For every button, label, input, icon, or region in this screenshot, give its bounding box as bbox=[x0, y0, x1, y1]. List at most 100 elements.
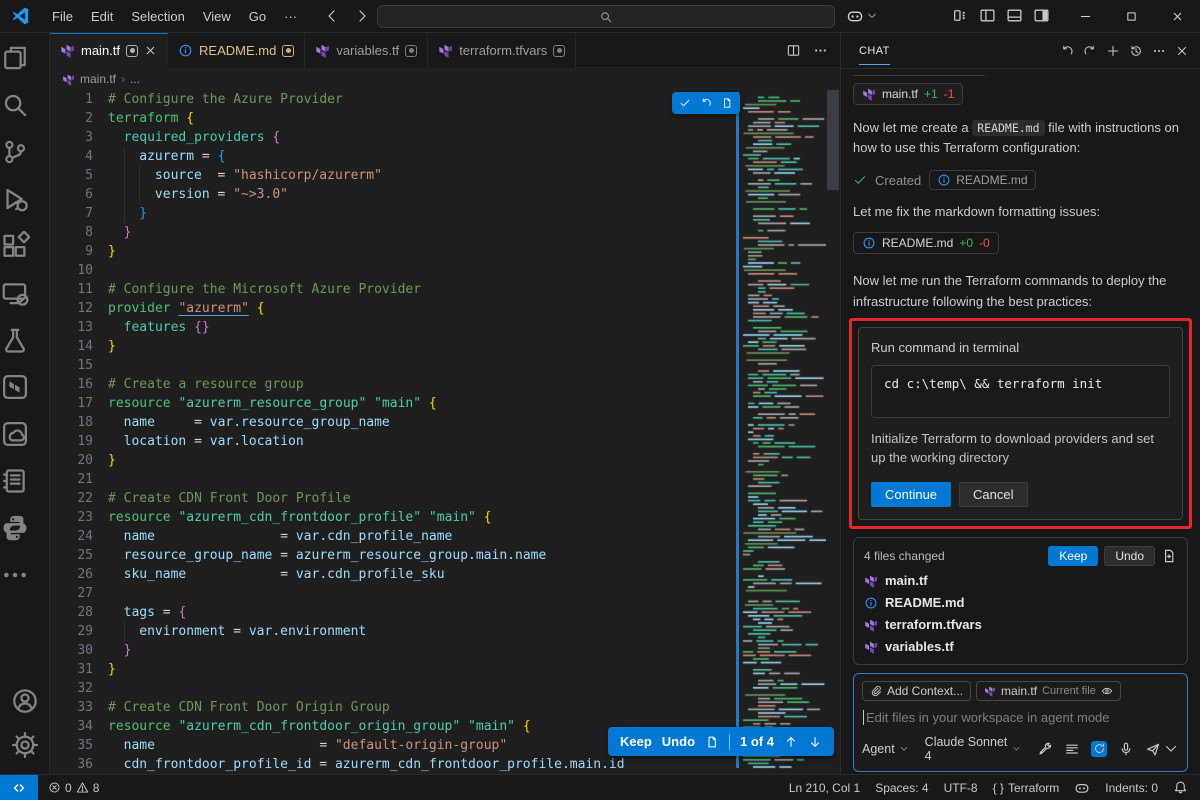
tab-variables-tf[interactable]: variables.tf bbox=[305, 33, 428, 68]
undo-icon[interactable] bbox=[1059, 43, 1075, 59]
menu-go[interactable]: Go bbox=[240, 0, 275, 33]
menu-overflow[interactable]: ··· bbox=[275, 0, 306, 33]
code-line[interactable]: 20} bbox=[50, 451, 840, 470]
code-line[interactable]: 12provider "azurerm" { bbox=[50, 299, 840, 318]
minimap[interactable] bbox=[736, 90, 826, 774]
back-arrow-icon[interactable] bbox=[324, 8, 340, 24]
code-line[interactable]: 28 tags = { bbox=[50, 603, 840, 622]
menu-selection[interactable]: Selection bbox=[122, 0, 193, 33]
output-list-icon[interactable] bbox=[1064, 741, 1080, 757]
activity-explorer-icon[interactable] bbox=[0, 43, 30, 73]
forward-arrow-icon[interactable] bbox=[354, 8, 370, 24]
activity-account-icon[interactable] bbox=[10, 686, 40, 716]
chat-input-field[interactable]: Edit files in your workspace in agent mo… bbox=[863, 710, 1179, 725]
scrollbar-thumb[interactable] bbox=[827, 90, 839, 190]
customize-layout-icon[interactable] bbox=[952, 7, 969, 24]
code-line[interactable]: 26 sku_name = var.cdn_profile_sku bbox=[50, 565, 840, 584]
code-line[interactable]: 24 name = var.cdn_profile_name bbox=[50, 527, 840, 546]
keep-button[interactable]: Keep bbox=[620, 734, 652, 749]
file-icon[interactable] bbox=[705, 735, 719, 749]
activity-python-icon[interactable] bbox=[0, 513, 30, 543]
activity-search-icon[interactable] bbox=[0, 90, 30, 120]
editor-scrollbar[interactable] bbox=[826, 90, 840, 774]
more-actions-icon[interactable] bbox=[1151, 43, 1167, 59]
cursor-position[interactable]: Ln 210, Col 1 bbox=[789, 781, 860, 795]
toggle-panel-icon[interactable] bbox=[1006, 7, 1023, 24]
changed-file-chip[interactable]: README.md +0 -0 bbox=[853, 232, 999, 254]
indentation-setting[interactable]: Spaces: 4 bbox=[875, 781, 928, 795]
code-line[interactable]: 10 bbox=[50, 261, 840, 280]
redo-icon[interactable] bbox=[1082, 43, 1098, 59]
chat-tab[interactable]: CHAT bbox=[859, 36, 890, 65]
cancel-button[interactable]: Cancel bbox=[959, 482, 1027, 507]
breadcrumb-more[interactable]: ... bbox=[130, 72, 140, 86]
notifications-bell-icon[interactable] bbox=[1173, 780, 1188, 795]
code-line[interactable]: 7 } bbox=[50, 204, 840, 223]
command-center-search[interactable] bbox=[377, 5, 835, 28]
code-line[interactable]: 8 } bbox=[50, 223, 840, 242]
menu-edit[interactable]: Edit bbox=[82, 0, 122, 33]
close-icon[interactable] bbox=[1174, 43, 1190, 59]
code-line[interactable]: 32 bbox=[50, 679, 840, 698]
more-actions-icon[interactable] bbox=[813, 43, 828, 58]
activity-source-control-icon[interactable] bbox=[0, 137, 30, 167]
chat-input-box[interactable]: Add Context... main.tf Current file Edit… bbox=[853, 673, 1188, 772]
auto-approve-toggle-icon[interactable] bbox=[1091, 741, 1107, 757]
new-chat-icon[interactable] bbox=[1105, 43, 1121, 59]
problems-indicator[interactable]: 0 8 bbox=[48, 781, 99, 795]
view-changes-icon[interactable] bbox=[1161, 548, 1177, 564]
activity-terraform-icon[interactable] bbox=[0, 372, 30, 402]
copilot-menu[interactable] bbox=[846, 7, 878, 25]
menu-view[interactable]: View bbox=[194, 0, 240, 33]
close-tab-icon[interactable] bbox=[144, 44, 157, 57]
code-line[interactable]: 31} bbox=[50, 660, 840, 679]
created-file-chip[interactable]: README.md bbox=[929, 170, 1035, 190]
activity-testing-icon[interactable] bbox=[0, 325, 30, 355]
code-line[interactable]: 36 cdn_frontdoor_profile_id = azurerm_cd… bbox=[50, 755, 840, 774]
discard-undo-icon[interactable] bbox=[700, 97, 712, 109]
code-line[interactable]: 15 bbox=[50, 356, 840, 375]
code-line[interactable]: 13 features {} bbox=[50, 318, 840, 337]
code-line[interactable]: 6 version = "~>3.0" bbox=[50, 185, 840, 204]
copilot-status-icon[interactable] bbox=[1074, 780, 1090, 796]
code-line[interactable]: 3 required_providers { bbox=[50, 128, 840, 147]
chat-history-icon[interactable] bbox=[1128, 43, 1144, 59]
code-line[interactable]: 29 environment = var.environment bbox=[50, 622, 840, 641]
activity-run-and-debug-icon[interactable] bbox=[0, 184, 30, 214]
activity-settings-icon[interactable] bbox=[10, 730, 40, 760]
code-line[interactable]: 30 } bbox=[50, 641, 840, 660]
changed-file-chip[interactable]: main.tf +1 -1 bbox=[853, 83, 963, 105]
code-line[interactable]: 17resource "azurerm_resource_group" "mai… bbox=[50, 394, 840, 413]
code-line[interactable]: 14} bbox=[50, 337, 840, 356]
activity-terraform-cloud-icon[interactable] bbox=[0, 419, 30, 449]
next-change-icon[interactable] bbox=[808, 735, 822, 749]
code-line[interactable]: 16# Create a resource group bbox=[50, 375, 840, 394]
code-line[interactable]: 4 azurerm = { bbox=[50, 147, 840, 166]
breadcrumb-file[interactable]: main.tf bbox=[80, 72, 116, 86]
send-button[interactable] bbox=[1145, 741, 1179, 757]
agent-mode-dropdown[interactable]: Agent bbox=[862, 742, 909, 756]
toggle-sidebar-icon[interactable] bbox=[979, 7, 996, 24]
code-editor[interactable]: 1# Configure the Azure Provider2terrafor… bbox=[50, 90, 840, 774]
code-line[interactable]: 21 bbox=[50, 470, 840, 489]
continue-button[interactable]: Continue bbox=[871, 482, 951, 507]
changed-file-row[interactable]: variables.tf bbox=[864, 636, 1177, 658]
add-context-button[interactable]: Add Context... bbox=[862, 681, 971, 701]
keep-all-button[interactable]: Keep bbox=[1048, 546, 1098, 566]
changed-file-row[interactable]: README.md bbox=[864, 592, 1177, 614]
code-line[interactable]: 18 name = var.resource_group_name bbox=[50, 413, 840, 432]
activity-remote-explorer-icon[interactable] bbox=[0, 278, 30, 308]
activity-more-icon[interactable] bbox=[0, 560, 30, 590]
activity-notebook-icon[interactable] bbox=[0, 466, 30, 496]
menu-file[interactable]: File bbox=[43, 0, 82, 33]
code-line[interactable]: 11# Configure the Microsoft Azure Provid… bbox=[50, 280, 840, 299]
maximize-button[interactable] bbox=[1108, 0, 1154, 33]
code-line[interactable]: 27 bbox=[50, 584, 840, 603]
code-line[interactable]: 33# Create CDN Front Door Origin Group bbox=[50, 698, 840, 717]
open-file-icon[interactable] bbox=[721, 97, 733, 109]
remote-indicator[interactable] bbox=[0, 775, 38, 800]
toggle-secondary-sidebar-icon[interactable] bbox=[1033, 7, 1050, 24]
tab-readme-md[interactable]: README.md bbox=[168, 33, 305, 68]
language-mode[interactable]: { } Terraform bbox=[993, 781, 1060, 795]
microphone-icon[interactable] bbox=[1118, 741, 1134, 757]
